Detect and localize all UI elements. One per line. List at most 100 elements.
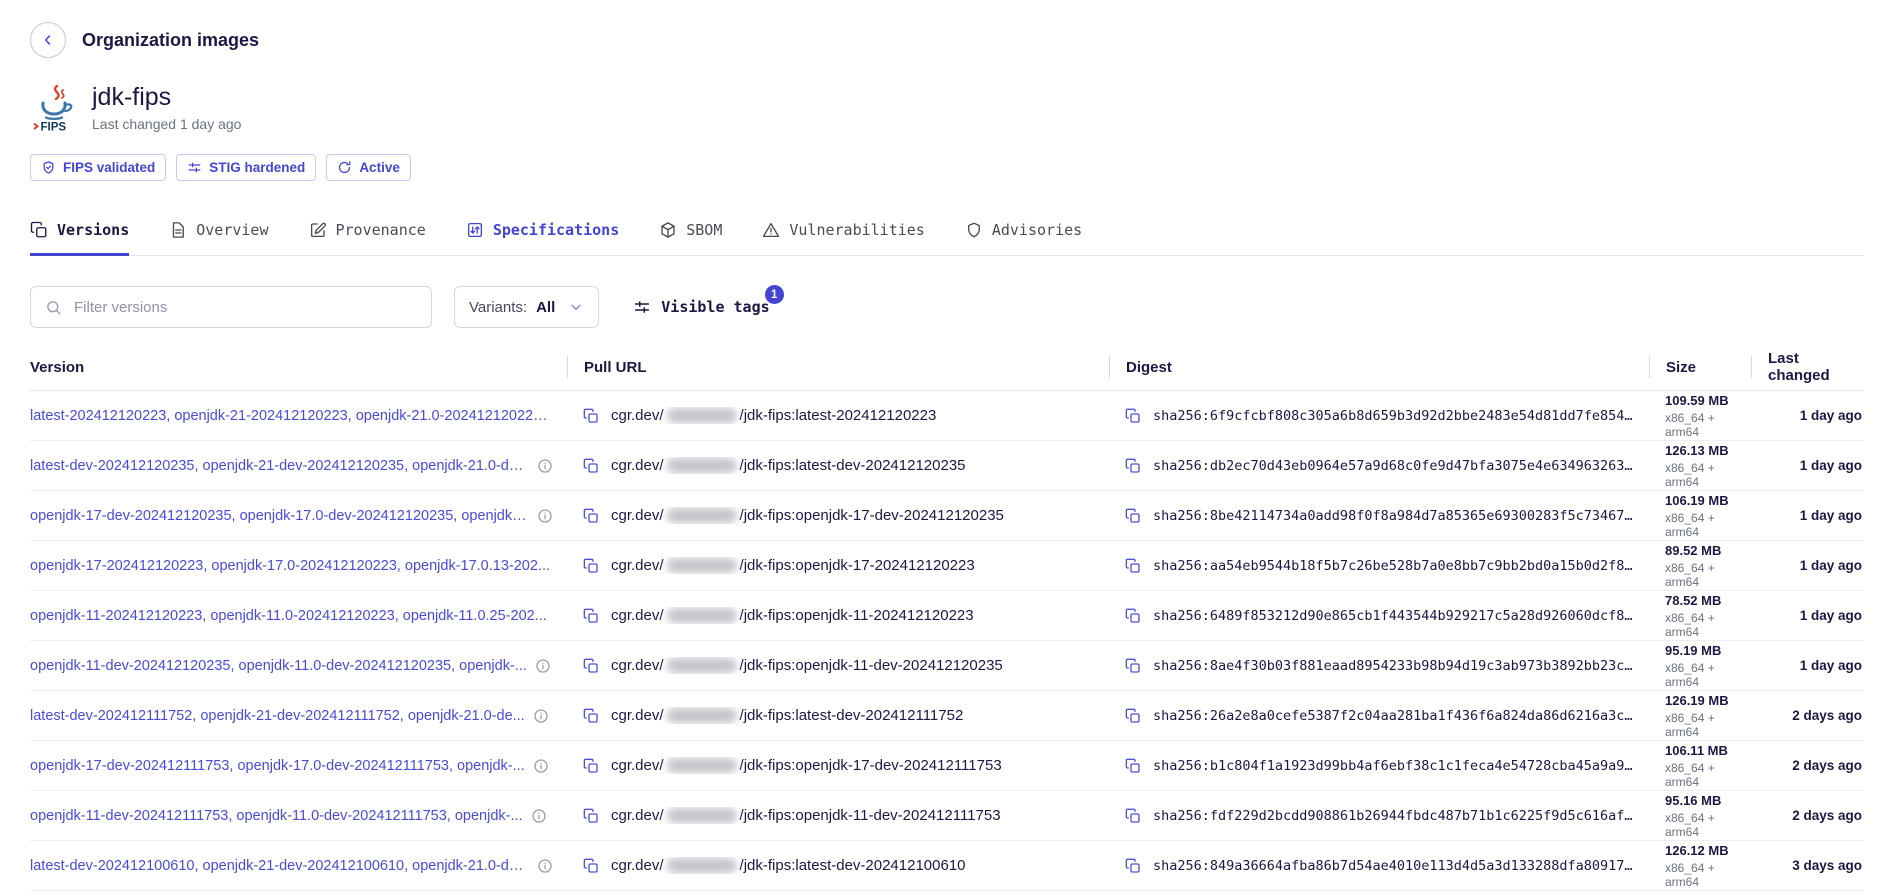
size-architectures: x86_64 + arm64 — [1665, 811, 1751, 839]
copy-icon[interactable] — [1125, 558, 1141, 574]
copy-icon[interactable] — [1125, 508, 1141, 524]
tab-label: Provenance — [336, 221, 426, 239]
digest-text: sha256:6489f853212d90e865cb1f443544b9292… — [1153, 608, 1633, 624]
table-row: openjdk-17-202412120223, openjdk-17.0-20… — [30, 541, 1864, 591]
badge-active: Active — [326, 154, 411, 181]
tab-vulnerabilities[interactable]: Vulnerabilities — [762, 221, 924, 256]
size-cell: 109.59 MB x86_64 + arm64 — [1649, 393, 1751, 439]
jdk-fips-logo: FIPS — [30, 84, 78, 132]
pull-url-cell: cgr.dev//jdk-fips:latest-dev-20241211175… — [567, 707, 1109, 724]
tab-versions[interactable]: Versions — [30, 221, 129, 256]
info-icon[interactable] — [535, 658, 551, 674]
table-header: Version Pull URL Digest Size Last change… — [30, 352, 1864, 391]
versions-icon — [30, 221, 48, 239]
pull-url-cell: cgr.dev//jdk-fips:openjdk-17-dev-2024121… — [567, 757, 1109, 774]
digest-text: sha256:8be42114734a0add98f0f8a984d7a8536… — [1153, 508, 1633, 524]
copy-icon[interactable] — [583, 408, 599, 424]
copy-icon[interactable] — [583, 758, 599, 774]
pull-url-prefix: cgr.dev/ — [611, 857, 664, 874]
pull-url-rest: /jdk-fips:openjdk-17-dev-202412111753 — [740, 757, 1002, 774]
tab-label: Specifications — [493, 221, 619, 239]
version-link[interactable]: openjdk-17-dev-202412120235, openjdk-17.… — [30, 508, 529, 524]
size-cell: 89.52 MB x86_64 + arm64 — [1649, 543, 1751, 589]
pull-url: cgr.dev//jdk-fips:openjdk-11-dev-2024121… — [611, 657, 1003, 674]
info-icon[interactable] — [537, 458, 553, 474]
version-cell: openjdk-11-202412120223, openjdk-11.0-20… — [30, 608, 567, 624]
version-link[interactable]: latest-dev-202412100610, openjdk-21-dev-… — [30, 858, 529, 874]
tab-sbom[interactable]: SBOM — [659, 221, 722, 256]
digest-cell: sha256:26a2e8a0cefe5387f2c04aa281ba1f436… — [1109, 708, 1649, 724]
last-changed-value: 3 days ago — [1751, 858, 1864, 873]
info-icon[interactable] — [533, 758, 549, 774]
pull-url-rest: /jdk-fips:openjdk-11-dev-202412111753 — [740, 807, 1001, 824]
pull-url-cell: cgr.dev//jdk-fips:openjdk-17-20241212022… — [567, 557, 1109, 574]
digest-cell: sha256:6489f853212d90e865cb1f443544b9292… — [1109, 608, 1649, 624]
version-cell: openjdk-11-dev-202412111753, openjdk-11.… — [30, 808, 567, 824]
pull-url: cgr.dev//jdk-fips:openjdk-17-dev-2024121… — [611, 757, 1002, 774]
tab-specifications[interactable]: Specifications — [466, 221, 619, 256]
visible-tags-label: Visible tags — [661, 298, 769, 316]
copy-icon[interactable] — [1125, 758, 1141, 774]
version-link[interactable]: latest-dev-202412111752, openjdk-21-dev-… — [30, 708, 525, 724]
pull-url: cgr.dev//jdk-fips:latest-dev-20241210061… — [611, 857, 966, 874]
version-cell: latest-dev-202412120235, openjdk-21-dev-… — [30, 458, 567, 474]
copy-icon[interactable] — [1125, 858, 1141, 874]
size-cell: 126.13 MB x86_64 + arm64 — [1649, 443, 1751, 489]
size-value: 126.12 MB — [1665, 843, 1751, 858]
tab-provenance[interactable]: Provenance — [309, 221, 426, 256]
tab-advisories[interactable]: Advisories — [965, 221, 1082, 256]
copy-icon[interactable] — [583, 508, 599, 524]
copy-icon[interactable] — [1125, 658, 1141, 674]
copy-icon[interactable] — [1125, 608, 1141, 624]
tab-overview[interactable]: Overview — [169, 221, 268, 256]
last-changed-value: 1 day ago — [1751, 558, 1864, 573]
copy-icon[interactable] — [583, 708, 599, 724]
pull-url-cell: cgr.dev//jdk-fips:openjdk-17-dev-2024121… — [567, 507, 1109, 524]
info-icon[interactable] — [531, 808, 547, 824]
column-header-pull-url: Pull URL — [567, 356, 1109, 378]
last-changed-value: 1 day ago — [1751, 508, 1864, 523]
tab-label: SBOM — [686, 221, 722, 239]
digest-text: sha256:aa54eb9544b18f5b7c26be528b7a0e8bb… — [1153, 558, 1633, 574]
badge-stig-hardened: STIG hardened — [176, 154, 316, 181]
version-link[interactable]: openjdk-11-dev-202412120235, openjdk-11.… — [30, 658, 527, 674]
copy-icon[interactable] — [583, 558, 599, 574]
pull-url-rest: /jdk-fips:latest-202412120223 — [740, 407, 937, 424]
back-button[interactable] — [30, 22, 66, 58]
copy-icon[interactable] — [583, 658, 599, 674]
copy-icon[interactable] — [1125, 708, 1141, 724]
copy-icon[interactable] — [583, 458, 599, 474]
last-changed-value: 1 day ago — [1751, 608, 1864, 623]
version-link[interactable]: latest-202412120223, openjdk-21-20241212… — [30, 408, 553, 424]
variants-dropdown[interactable]: Variants: All — [454, 286, 599, 328]
pull-url-prefix: cgr.dev/ — [611, 407, 664, 424]
version-link[interactable]: openjdk-17-dev-202412111753, openjdk-17.… — [30, 758, 525, 774]
filter-versions-input[interactable] — [72, 298, 417, 317]
size-architectures: x86_64 + arm64 — [1665, 761, 1751, 789]
digest-text: sha256:849a36664afba86b7d54ae4010e113d4d… — [1153, 858, 1633, 874]
info-icon[interactable] — [537, 508, 553, 524]
info-icon[interactable] — [537, 858, 553, 874]
page-title: Organization images — [82, 30, 259, 51]
table-row: latest-202412120223, openjdk-21-20241212… — [30, 391, 1864, 441]
version-link[interactable]: latest-dev-202412120235, openjdk-21-dev-… — [30, 458, 529, 474]
pull-url: cgr.dev//jdk-fips:openjdk-17-20241212022… — [611, 557, 975, 574]
copy-icon[interactable] — [1125, 458, 1141, 474]
pull-url-rest: /jdk-fips:latest-dev-202412111752 — [740, 707, 964, 724]
visible-tags-button[interactable]: Visible tags 1 — [633, 298, 769, 316]
copy-icon[interactable] — [1125, 408, 1141, 424]
version-link[interactable]: openjdk-17-202412120223, openjdk-17.0-20… — [30, 558, 550, 574]
redacted-org-name — [667, 508, 737, 523]
copy-icon[interactable] — [1125, 808, 1141, 824]
copy-icon[interactable] — [583, 808, 599, 824]
size-architectures: x86_64 + arm64 — [1665, 861, 1751, 889]
copy-icon[interactable] — [583, 608, 599, 624]
version-link[interactable]: openjdk-11-202412120223, openjdk-11.0-20… — [30, 608, 547, 624]
copy-icon[interactable] — [583, 858, 599, 874]
badge-label: STIG hardened — [209, 160, 305, 175]
redacted-org-name — [667, 408, 737, 423]
info-icon[interactable] — [533, 708, 549, 724]
version-link[interactable]: openjdk-11-dev-202412111753, openjdk-11.… — [30, 808, 523, 824]
size-value: 106.11 MB — [1665, 743, 1751, 758]
specifications-icon — [466, 221, 484, 239]
